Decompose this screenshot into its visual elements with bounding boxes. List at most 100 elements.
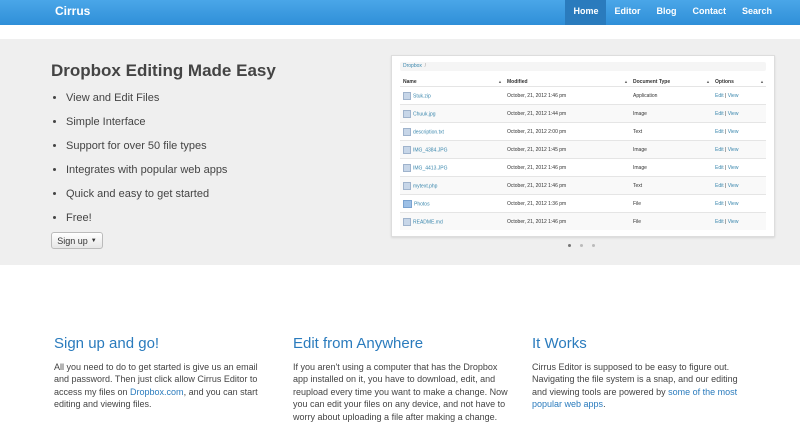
image-icon [403,163,411,172]
table-row[interactable]: Photos October, 21, 2012 1:36 pm File Edit … [400,194,766,213]
file-name-cell[interactable]: Chuuk.jpg [400,104,504,123]
carousel-dot[interactable] [592,244,595,247]
file-name-cell[interactable]: IMG_4384.JPG [400,140,504,159]
section-it-works: It Works Cirrus Editor is supposed to be… [532,336,752,411]
edit-link[interactable]: Edit [715,93,724,99]
file-name-cell[interactable]: description.txt [400,122,504,141]
section-text: All you need to do to get started is giv… [54,362,258,410]
sort-icon: ▲ [624,79,628,84]
table-header-row: Name ▲ Modified ▲ Document Type ▲ Options ▲ [400,78,766,87]
section-text: If you aren't using a computer that has … [293,362,508,422]
file-browser-preview: Dropbox / Name ▲ Modified ▲ Document Type ▲… [391,55,775,237]
table-row[interactable]: Chuuk.jpg October, 21, 2012 1:44 pm Image E… [400,104,766,123]
breadcrumb: Dropbox / [400,62,766,71]
table-row[interactable]: IMG_4413.JPG October, 21, 2012 1:46 pm Ima… [400,158,766,177]
column-header-modified[interactable]: Modified ▲ [504,78,630,87]
view-link[interactable]: View [728,201,739,207]
feature-item: View and Edit Files [66,91,227,115]
edit-link[interactable]: Edit [715,147,724,153]
modified-cell: October, 21, 2012 1:45 pm [504,140,630,159]
carousel-dot[interactable] [568,244,571,247]
feature-item: Support for over 50 file types [66,139,227,163]
table-row[interactable]: README.md October, 21, 2012 1:46 pm File Ed… [400,212,766,230]
type-cell: Image [630,158,712,177]
section-title: Edit from Anywhere [293,335,424,352]
column-header-options[interactable]: Options ▲ [712,78,766,87]
file-name-cell[interactable]: mytext.php [400,176,504,195]
view-link[interactable]: View [728,219,739,225]
edit-link[interactable]: Edit [715,219,724,225]
options-cell: Edit | View [712,176,766,195]
section-title: It Works [532,335,587,352]
modified-cell: October, 21, 2012 1:46 pm [504,176,630,195]
feature-list: View and Edit Files Simple Interface Sup… [52,91,227,235]
type-cell: Text [630,176,712,195]
edit-link[interactable]: Edit [715,183,724,189]
type-cell: Text [630,122,712,141]
file-name-cell[interactable]: Photos [400,194,504,213]
file-name-cell[interactable]: IMG_4413.JPG [400,158,504,177]
nav-search[interactable]: Search [734,0,780,25]
type-cell: File [630,212,712,230]
modified-cell: October, 21, 2012 1:44 pm [504,104,630,123]
edit-link[interactable]: Edit [715,129,724,135]
options-cell: Edit | View [712,122,766,141]
type-cell: File [630,194,712,213]
view-link[interactable]: View [728,111,739,117]
modified-cell: October, 21, 2012 2:00 pm [504,122,630,141]
nav-links: Home Editor Blog Contact Search [565,0,780,25]
sort-icon: ▲ [706,79,710,84]
view-link[interactable]: View [728,129,739,135]
edit-link[interactable]: Edit [715,201,724,207]
nav-blog[interactable]: Blog [648,0,684,25]
options-cell: Edit | View [712,86,766,105]
view-link[interactable]: View [728,147,739,153]
carousel-dot[interactable] [580,244,583,247]
modified-cell: October, 21, 2012 1:46 pm [504,212,630,230]
file-name-cell[interactable]: README.md [400,212,504,230]
file-icon [403,181,411,190]
view-link[interactable]: View [728,165,739,171]
image-icon [403,145,411,154]
table-row[interactable]: mytext.php October, 21, 2012 1:46 pm Text E… [400,176,766,195]
section-title: Sign up and go! [54,335,160,352]
column-header-name[interactable]: Name ▲ [400,78,504,87]
hero-title: Dropbox Editing Made Easy [51,61,276,80]
sign-up-button[interactable]: Sign up ▼ [51,232,103,249]
file-icon [403,127,411,136]
edit-link[interactable]: Edit [715,165,724,171]
section-edit-anywhere: Edit from Anywhere If you aren't using a… [293,336,513,423]
hero-section: Dropbox Editing Made Easy View and Edit … [0,39,800,265]
edit-link[interactable]: Edit [715,111,724,117]
dropbox-link[interactable]: Dropbox.com [130,387,184,397]
options-cell: Edit | View [712,194,766,213]
table-row[interactable]: description.txt October, 21, 2012 2:00 pm… [400,122,766,141]
view-link[interactable]: View [728,183,739,189]
sort-icon: ▲ [498,79,502,84]
feature-item: Integrates with popular web apps [66,163,227,187]
view-link[interactable]: View [728,93,739,99]
file-name-cell[interactable]: Stuk.zip [400,86,504,105]
nav-editor[interactable]: Editor [606,0,648,25]
file-icon [403,217,411,226]
type-cell: Image [630,104,712,123]
file-icon [403,91,411,100]
table-row[interactable]: IMG_4384.JPG October, 21, 2012 1:45 pm Ima… [400,140,766,159]
column-header-type[interactable]: Document Type ▲ [630,78,712,87]
options-cell: Edit | View [712,158,766,177]
section-sign-up: Sign up and go! All you need to do to ge… [54,336,274,411]
options-cell: Edit | View [712,140,766,159]
brand-logo[interactable]: Cirrus [55,4,90,18]
modified-cell: October, 21, 2012 1:46 pm [504,158,630,177]
nav-contact[interactable]: Contact [684,0,734,25]
folder-icon [403,199,412,208]
options-cell: Edit | View [712,104,766,123]
nav-home[interactable]: Home [565,0,607,25]
carousel-indicators [568,244,595,247]
table-row[interactable]: Stuk.zip October, 21, 2012 1:46 pm Applica… [400,86,766,105]
breadcrumb-item[interactable]: Dropbox [403,63,422,69]
type-cell: Application [630,86,712,105]
file-table: Name ▲ Modified ▲ Document Type ▲ Options ▲ … [400,78,766,230]
type-cell: Image [630,140,712,159]
navbar: Cirrus Home Editor Blog Contact Search [0,0,800,25]
